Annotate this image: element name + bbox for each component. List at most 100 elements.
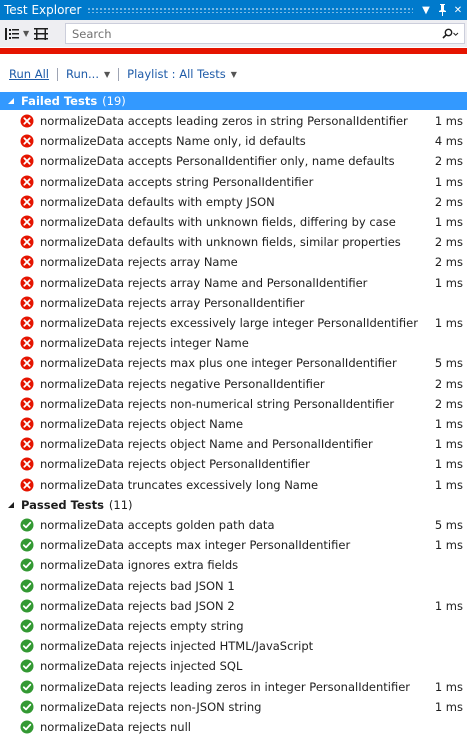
search-box[interactable] bbox=[65, 23, 465, 44]
test-row[interactable]: normalizeData defaults with unknown fiel… bbox=[0, 232, 467, 252]
test-name: normalizeData accepts Name only, id defa… bbox=[40, 134, 306, 149]
collapse-triangle-icon[interactable] bbox=[4, 97, 18, 105]
test-name: normalizeData rejects max plus one integ… bbox=[40, 356, 397, 371]
test-duration: 2 ms bbox=[434, 376, 463, 391]
passed-icon bbox=[20, 639, 34, 653]
group-by-button[interactable]: ▼ bbox=[4, 24, 29, 44]
passed-icon bbox=[20, 558, 34, 572]
test-row[interactable]: normalizeData accepts string PersonalIde… bbox=[0, 172, 467, 192]
group-by-dropdown-icon[interactable]: ▼ bbox=[23, 29, 29, 38]
test-row[interactable]: normalizeData rejects excessively large … bbox=[0, 313, 467, 333]
test-name: normalizeData accepts leading zeros in s… bbox=[40, 114, 408, 128]
test-row[interactable]: normalizeData defaults with empty JSON 2 … bbox=[0, 192, 467, 212]
window-position-dropdown-icon[interactable]: ▼ bbox=[419, 2, 433, 18]
failed-icon bbox=[20, 457, 34, 471]
test-name: normalizeData rejects injected HTML/Java… bbox=[40, 639, 314, 654]
test-name: normalizeData defaults with unknown fiel… bbox=[40, 215, 396, 229]
failed-icon bbox=[20, 296, 34, 310]
test-duration: 1 ms bbox=[434, 114, 463, 128]
pin-icon[interactable] bbox=[435, 2, 449, 18]
test-row[interactable]: normalizeData rejects negative PersonalI… bbox=[0, 374, 467, 394]
failed-icon bbox=[20, 377, 34, 391]
group-count: (19) bbox=[102, 94, 126, 108]
test-row[interactable]: normalizeData rejects null bbox=[0, 717, 467, 735]
failed-icon bbox=[20, 154, 34, 168]
passed-icon bbox=[20, 680, 34, 694]
test-name: normalizeData defaults with empty JSON bbox=[40, 194, 275, 209]
test-duration: 1 ms bbox=[434, 679, 463, 694]
test-row[interactable]: normalizeData rejects object Name and Pe… bbox=[0, 434, 467, 454]
test-name: normalizeData rejects bad JSON 2 bbox=[40, 598, 235, 613]
test-duration: 2 ms bbox=[434, 154, 463, 169]
test-duration: 5 ms bbox=[434, 518, 463, 532]
search-icon[interactable] bbox=[436, 24, 464, 43]
passed-tests-group[interactable]: Passed Tests (11) bbox=[0, 496, 467, 514]
group-label: Failed Tests bbox=[21, 94, 98, 108]
group-by-icon bbox=[5, 27, 19, 40]
failed-icon bbox=[20, 215, 34, 229]
test-duration: 1 ms bbox=[434, 215, 463, 229]
test-row[interactable]: normalizeData rejects array Name 2 ms bbox=[0, 252, 467, 272]
test-row[interactable]: normalizeData rejects injected SQL bbox=[0, 656, 467, 676]
test-name: normalizeData rejects array Name and Per… bbox=[40, 275, 368, 290]
test-name: normalizeData rejects non-numerical stri… bbox=[40, 396, 395, 411]
test-row[interactable]: normalizeData rejects array Name and Per… bbox=[0, 273, 467, 293]
test-row[interactable]: normalizeData rejects object Name 1 ms bbox=[0, 414, 467, 434]
test-row[interactable]: normalizeData accepts leading zeros in s… bbox=[0, 111, 467, 131]
test-row[interactable]: normalizeData rejects array PersonalIden… bbox=[0, 293, 467, 313]
test-duration: 1 ms bbox=[434, 174, 463, 189]
run-dropdown[interactable]: Run... ▼ bbox=[66, 67, 110, 81]
passed-icon bbox=[20, 700, 34, 714]
playlist-icon bbox=[34, 27, 49, 40]
test-row[interactable]: normalizeData accepts max integer Person… bbox=[0, 535, 467, 555]
failed-tests-group[interactable]: Failed Tests (19) bbox=[0, 92, 467, 110]
search-input[interactable] bbox=[72, 26, 436, 41]
command-bar: Run All Run... ▼ Playlist : All Tests ▼ bbox=[0, 64, 237, 84]
title-grip[interactable] bbox=[87, 7, 413, 13]
failed-icon bbox=[20, 134, 34, 148]
test-duration: 2 ms bbox=[434, 396, 463, 411]
failed-icon bbox=[20, 276, 34, 290]
group-count: (11) bbox=[108, 498, 133, 512]
test-row[interactable]: normalizeData truncates excessively long… bbox=[0, 475, 467, 495]
test-name: normalizeData truncates excessively long… bbox=[40, 477, 319, 492]
test-row[interactable]: normalizeData rejects injected HTML/Java… bbox=[0, 636, 467, 656]
passed-icon bbox=[20, 518, 34, 532]
test-row[interactable]: normalizeData accepts golden path data 5 … bbox=[0, 515, 467, 535]
separator bbox=[56, 67, 58, 81]
test-name: normalizeData ignores extra fields bbox=[40, 558, 239, 573]
failed-icon bbox=[20, 356, 34, 370]
test-row[interactable]: normalizeData rejects bad JSON 2 1 ms bbox=[0, 596, 467, 616]
passed-icon bbox=[20, 659, 34, 673]
test-duration: 2 ms bbox=[434, 255, 463, 270]
test-row[interactable]: normalizeData rejects non-JSON string 1 m… bbox=[0, 697, 467, 717]
failed-icon bbox=[20, 114, 34, 128]
failed-icon bbox=[20, 478, 34, 492]
test-duration: 2 ms bbox=[434, 235, 463, 250]
passed-icon bbox=[20, 619, 34, 633]
close-icon[interactable]: ✕ bbox=[451, 2, 465, 18]
failed-icon bbox=[20, 417, 34, 431]
test-row[interactable]: normalizeData defaults with unknown fiel… bbox=[0, 212, 467, 232]
run-all-link[interactable]: Run All bbox=[9, 67, 49, 81]
test-name: normalizeData rejects bad JSON 1 bbox=[40, 578, 235, 593]
test-row[interactable]: normalizeData rejects object PersonalIde… bbox=[0, 454, 467, 474]
failed-icon bbox=[20, 397, 34, 411]
failed-icon bbox=[20, 175, 34, 189]
test-row[interactable]: normalizeData accepts PersonalIdentifier… bbox=[0, 151, 467, 171]
test-duration: 1 ms bbox=[434, 598, 463, 613]
passed-icon bbox=[20, 720, 34, 734]
test-row[interactable]: normalizeData ignores extra fields bbox=[0, 555, 467, 575]
test-row[interactable]: normalizeData rejects non-numerical stri… bbox=[0, 394, 467, 414]
collapse-triangle-icon[interactable] bbox=[4, 501, 18, 509]
test-row[interactable]: normalizeData rejects max plus one integ… bbox=[0, 353, 467, 373]
test-row[interactable]: normalizeData accepts Name only, id defa… bbox=[0, 131, 467, 151]
test-name: normalizeData rejects excessively large … bbox=[40, 316, 418, 330]
test-row[interactable]: normalizeData rejects bad JSON 1 bbox=[0, 576, 467, 596]
playlist-button[interactable] bbox=[33, 24, 49, 44]
playlist-dropdown[interactable]: Playlist : All Tests ▼ bbox=[127, 67, 237, 81]
test-row[interactable]: normalizeData rejects integer Name bbox=[0, 333, 467, 353]
test-row[interactable]: normalizeData rejects empty string bbox=[0, 616, 467, 636]
test-row[interactable]: normalizeData rejects leading zeros in i… bbox=[0, 677, 467, 697]
toolbar: ▼ bbox=[0, 20, 467, 47]
